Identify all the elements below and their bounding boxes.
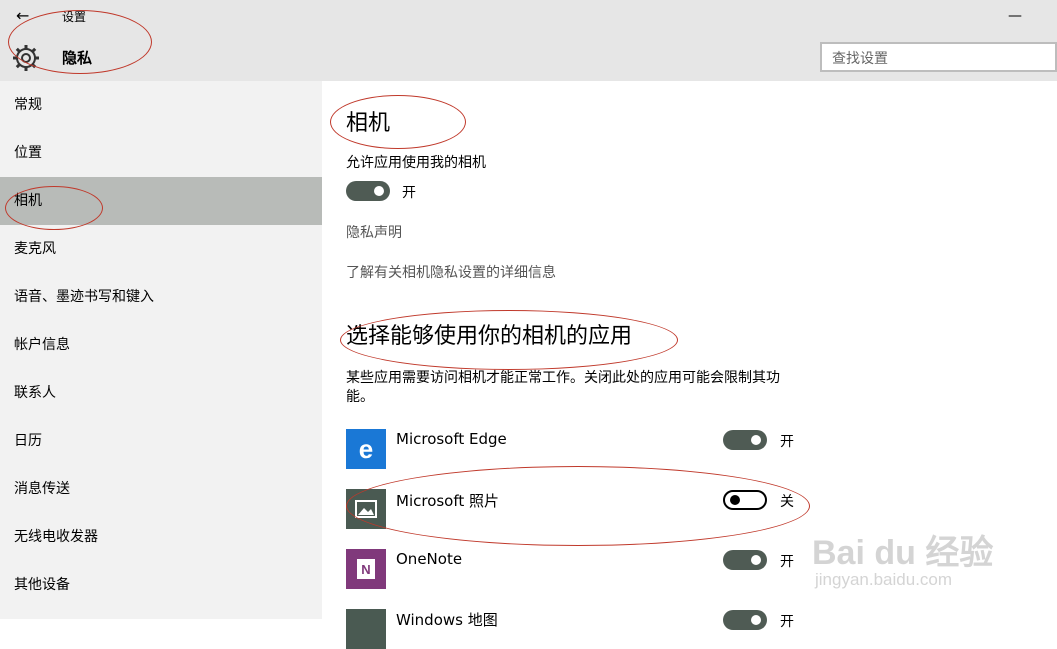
search-input[interactable]: 查找设置 (820, 42, 1057, 72)
app-name-maps: Windows 地图 (396, 611, 498, 629)
privacy-statement-link[interactable]: 隐私声明 (346, 222, 402, 242)
edge-camera-toggle[interactable] (723, 430, 767, 450)
title-bar: ← 设置 — 隐私 查找设置 (0, 0, 1057, 81)
edge-icon: e (346, 429, 386, 469)
page-title: 隐私 (62, 49, 93, 67)
maps-camera-toggle[interactable] (723, 610, 767, 630)
watermark-brand: Bai du 经验 (812, 534, 994, 572)
gear-icon (13, 45, 39, 71)
photos-state: 关 (780, 494, 794, 510)
onenote-icon: N (346, 549, 386, 589)
allow-camera-state: 开 (402, 185, 416, 201)
sidebar-item-radios[interactable]: 无线电收发器 (0, 513, 322, 561)
maps-state: 开 (780, 614, 794, 630)
window-title: 设置 (62, 10, 87, 24)
sidebar-item-account-info[interactable]: 帐户信息 (0, 321, 322, 369)
edge-state: 开 (780, 434, 794, 450)
app-name-onenote: OneNote (396, 550, 463, 568)
minimize-button[interactable]: — (1008, 8, 1022, 24)
sidebar-item-calendar[interactable]: 日历 (0, 417, 322, 465)
sidebar-item-general[interactable]: 常规 (0, 81, 322, 129)
onenote-state: 开 (780, 554, 794, 570)
apps-description: 某些应用需要访问相机才能正常工作。关闭此处的应用可能会限制其功能。 (346, 370, 780, 405)
apps-section-title: 选择能够使用你的相机的应用 (346, 324, 633, 349)
sidebar-item-contacts[interactable]: 联系人 (0, 369, 322, 417)
app-name-photos: Microsoft 照片 (396, 492, 500, 510)
allow-camera-toggle[interactable] (346, 181, 390, 201)
section-title: 相机 (346, 111, 391, 136)
sidebar-item-speech[interactable]: 语音、墨迹书写和键入 (0, 273, 322, 321)
sidebar-item-camera[interactable]: 相机 (0, 177, 322, 225)
watermark-url: jingyan.baidu.com (815, 570, 953, 589)
back-arrow-icon[interactable]: ← (16, 6, 29, 26)
sidebar-item-messaging[interactable]: 消息传送 (0, 465, 322, 513)
onenote-camera-toggle[interactable] (723, 550, 767, 570)
sidebar-item-other-devices[interactable]: 其他设备 (0, 561, 322, 609)
sidebar: 常规 位置 相机 麦克风 语音、墨迹书写和键入 帐户信息 联系人 日历 消息传送… (0, 81, 322, 619)
allow-camera-label: 允许应用使用我的相机 (346, 155, 486, 171)
learn-more-link[interactable]: 了解有关相机隐私设置的详细信息 (346, 262, 556, 282)
sidebar-item-location[interactable]: 位置 (0, 129, 322, 177)
photos-camera-toggle[interactable] (723, 490, 767, 510)
maps-icon (346, 609, 386, 649)
photos-icon (346, 489, 386, 529)
sidebar-item-microphone[interactable]: 麦克风 (0, 225, 322, 273)
app-name-edge: Microsoft Edge (396, 430, 507, 448)
